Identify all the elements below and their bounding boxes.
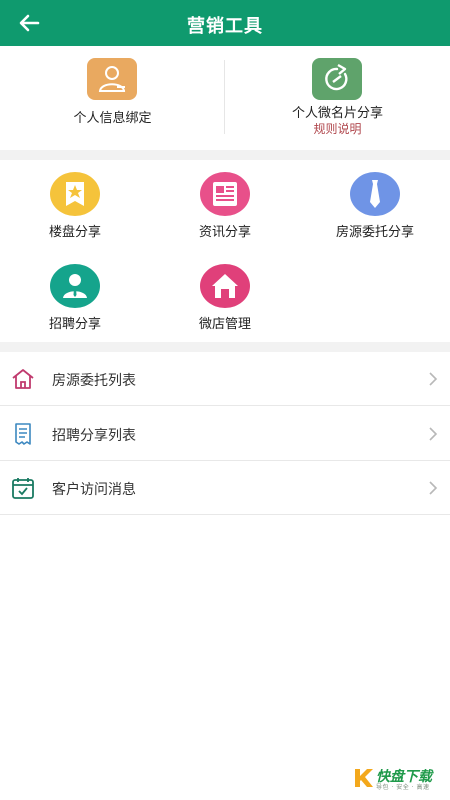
- section-gap: [0, 150, 450, 160]
- brand-logo-icon: [355, 769, 373, 787]
- news-icon: [200, 172, 250, 216]
- page-title: 营销工具: [187, 16, 263, 37]
- grid-item-label: 楼盘分享: [48, 225, 101, 240]
- grid-item-news-share[interactable]: 资讯分享: [150, 160, 300, 250]
- grid-item-recruit-share[interactable]: 招聘分享: [0, 252, 150, 342]
- list-item-label: 招聘分享列表: [52, 428, 136, 444]
- chevron-right-icon: [429, 372, 438, 386]
- list-item-customer-visits[interactable]: 客户访问消息: [0, 461, 450, 515]
- person-icon: [50, 264, 100, 308]
- watermark-slogan: 导包 · 安全 · 高速: [376, 784, 430, 791]
- star-badge-icon: [50, 172, 100, 216]
- user-card-icon: [87, 58, 137, 100]
- micro-card-share[interactable]: 个人微名片分享 规则说明: [225, 46, 450, 150]
- chevron-right-icon: [429, 481, 438, 495]
- grid-item-label: 微店管理: [198, 317, 251, 332]
- grid-item-property-share[interactable]: 楼盘分享: [0, 160, 150, 250]
- section-gap: [0, 342, 450, 352]
- list-item-recruit-share[interactable]: 招聘分享列表: [0, 407, 450, 461]
- grid-item-label: 资讯分享: [198, 225, 251, 240]
- receipt-icon: [15, 423, 31, 445]
- list-item-label: 房源委托列表: [52, 373, 136, 389]
- tie-icon: [350, 172, 400, 216]
- house-icon: [200, 264, 250, 308]
- chevron-right-icon: [429, 427, 438, 441]
- watermark: 快盘下载 导包 · 安全 · 高速: [352, 766, 444, 792]
- list-item-label: 客户访问消息: [52, 482, 136, 498]
- house-outline-icon: [12, 369, 34, 389]
- top-cards: 个人信息绑定 个人微名片分享 规则说明: [0, 46, 450, 150]
- grid-item-listing-entrust-share[interactable]: 房源委托分享: [300, 160, 450, 250]
- personal-info-binding-label: 个人信息绑定: [73, 111, 152, 126]
- app-header: 营销工具: [0, 0, 450, 46]
- share-refresh-icon: [312, 58, 362, 100]
- list-item-listing-entrust[interactable]: 房源委托列表: [0, 352, 450, 406]
- grid-item-label: 房源委托分享: [335, 225, 414, 240]
- personal-info-binding[interactable]: 个人信息绑定: [0, 46, 225, 150]
- calendar-check-icon: [12, 478, 34, 499]
- grid-item-micro-store[interactable]: 微店管理: [150, 252, 300, 342]
- grid-item-label: 招聘分享: [48, 317, 101, 332]
- tool-grid: 楼盘分享 资讯分享 房源委托分享 招聘分享 微店管理: [0, 160, 450, 342]
- micro-card-share-label: 个人微名片分享: [291, 106, 383, 121]
- rules-link[interactable]: 规则说明: [225, 120, 450, 137]
